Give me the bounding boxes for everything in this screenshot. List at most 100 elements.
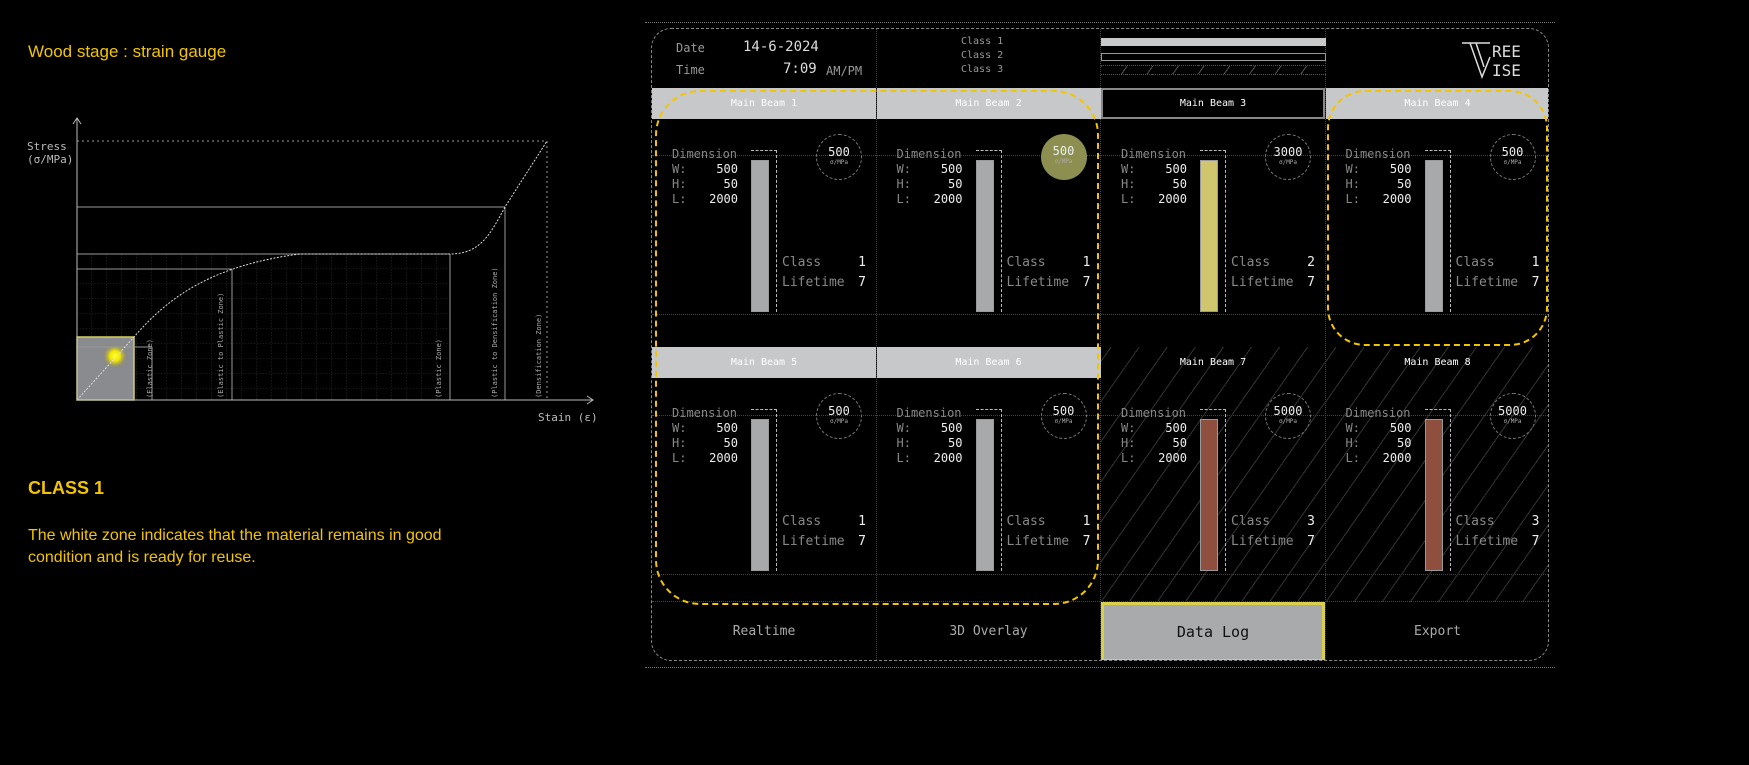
dimension-label: Dimension [1345, 147, 1411, 161]
height-label: H: [896, 436, 911, 450]
dimension-label: Dimension [1121, 406, 1187, 420]
width-label: W: [896, 421, 911, 435]
beam-header[interactable]: Main Beam 7 [1101, 347, 1325, 378]
height-value: 50 [948, 177, 963, 191]
legend-bar-class-3 [1101, 65, 1326, 75]
width-value: 500 [716, 162, 738, 176]
length-label: L: [896, 451, 911, 465]
stress-unit: σ/MPa [1054, 158, 1073, 165]
date-label: Date [676, 41, 705, 55]
lifetime-value: 7 [1531, 275, 1540, 290]
height-label: H: [1345, 177, 1360, 191]
length-value: 2000 [1158, 192, 1187, 206]
height-value: 50 [948, 436, 963, 450]
class-value: 2 [1307, 255, 1315, 270]
height-label: H: [1121, 436, 1136, 450]
beam-bar [1424, 160, 1443, 312]
stress-unit: σ/MPa [1503, 418, 1522, 425]
stress-value: 5000 [1498, 404, 1527, 418]
lifetime-value: 7 [1307, 534, 1315, 549]
beam-card[interactable]: Dimension W: 500 H: 50 L: 2000 500 σ/MPa… [652, 119, 876, 346]
beam-card[interactable]: Dimension W: 500 H: 50 L: 2000 500 σ/MPa… [877, 378, 1101, 605]
length-value: 2000 [1382, 451, 1412, 465]
beam-card[interactable]: Dimension W: 500 H: 50 L: 2000 3000 σ/MP… [1101, 119, 1325, 346]
stress-unit: σ/MPa [1278, 418, 1298, 425]
height-label: H: [896, 177, 911, 191]
beam-bar [975, 160, 994, 312]
height-value: 50 [723, 436, 738, 450]
length-value: 2000 [1382, 192, 1412, 206]
height-label: H: [672, 436, 687, 450]
beam-bar [1200, 160, 1218, 312]
class-value: 1 [1531, 255, 1540, 270]
height-value: 50 [1172, 177, 1187, 191]
realtime-button[interactable]: Realtime [652, 602, 876, 660]
class-value: 1 [858, 255, 866, 270]
3d-overlay-button[interactable]: 3D Overlay [877, 602, 1101, 660]
width-value: 500 [1165, 162, 1187, 176]
width-value: 500 [1165, 421, 1187, 435]
width-label: W: [1121, 421, 1136, 435]
dimension-label: Dimension [1121, 147, 1187, 161]
x-axis-label: Stain (ε) [538, 411, 598, 424]
zone-label: (Plastic Zone) [435, 338, 443, 398]
class-legend: Class 1 Class 2 Class 3 [961, 35, 1003, 77]
stress-unit: σ/MPa [1054, 418, 1073, 425]
data-log-button[interactable]: Data Log [1101, 602, 1325, 660]
stress-value: 500 [828, 404, 850, 418]
beam-header[interactable]: Main Beam 3 [1101, 88, 1325, 119]
legend-bar-class-1 [1101, 38, 1326, 46]
zone-label: (Densification Zone) [535, 313, 543, 398]
beam-card[interactable]: Dimension W: 500 H: 50 L: 2000 500 σ/MPa… [1326, 119, 1549, 346]
stress-gauge: 500 σ/MPa [1040, 134, 1087, 180]
stress-unit: σ/MPa [1278, 159, 1298, 166]
date-value: 14-6-2024 [743, 39, 819, 55]
beam-header[interactable]: Main Beam 8 [1326, 347, 1549, 378]
dimension-label: Dimension [896, 406, 962, 420]
height-label: H: [672, 177, 687, 191]
beam-bar [975, 419, 994, 571]
beam-card[interactable]: Dimension W: 500 H: 50 L: 2000 5000 σ/MP… [1101, 378, 1325, 605]
stress-gauge: 500 σ/MPa [1040, 393, 1087, 439]
width-label: W: [1345, 421, 1360, 435]
length-value: 2000 [933, 192, 963, 206]
stress-gauge: 5000 σ/MPa [1265, 393, 1311, 439]
treewise-logo: REE ISE [1462, 42, 1521, 80]
beam-card[interactable]: Dimension W: 500 H: 50 L: 2000 500 σ/MPa… [652, 378, 876, 605]
lifetime-value: 7 [1082, 534, 1091, 549]
beam-header[interactable]: Main Beam 6 [876, 347, 1101, 378]
export-button[interactable]: Export [1326, 602, 1549, 660]
height-label: H: [1345, 436, 1360, 450]
stress-value: 5000 [1273, 404, 1303, 418]
legend-class-2: Class 2 [961, 50, 1004, 61]
zone-label: (Elastic to Plastic Zone) [217, 292, 225, 398]
length-label: L: [1345, 192, 1360, 206]
zone-label: (Elastic Zone) [146, 338, 154, 398]
length-value: 2000 [1158, 451, 1187, 465]
stress-strain-diagram [72, 117, 594, 405]
width-label: W: [672, 162, 687, 176]
width-label: W: [1121, 162, 1136, 176]
length-value: 2000 [933, 451, 963, 465]
y-axis-label-unit: (σ/MPa) [27, 153, 74, 166]
page-title: Wood stage : strain gauge [28, 42, 227, 61]
beam-header[interactable]: Main Beam 4 [1325, 88, 1548, 119]
class-title: CLASS 1 [28, 478, 105, 498]
width-value: 500 [940, 421, 963, 435]
beam-header[interactable]: Main Beam 5 [652, 347, 876, 378]
dimension-label: Dimension [672, 147, 738, 161]
beam-header[interactable]: Main Beam 2 [876, 88, 1101, 119]
beam-card[interactable]: Dimension W: 500 H: 50 L: 2000 500 σ/MPa… [877, 119, 1101, 346]
stress-value: 500 [828, 145, 850, 159]
lifetime-value: 7 [1082, 275, 1091, 290]
length-label: L: [1121, 192, 1136, 206]
class-description: The white zone indicates that the materi… [28, 527, 442, 566]
beam-header[interactable]: Main Beam 1 [652, 88, 876, 119]
height-label: H: [1121, 177, 1136, 191]
beam-bar [751, 419, 769, 571]
stress-gauge: 500 σ/MPa [1489, 134, 1536, 180]
beam-card[interactable]: Dimension W: 500 H: 50 L: 2000 5000 σ/MP… [1326, 378, 1549, 605]
time-value: 7:09 [783, 61, 817, 77]
length-label: L: [672, 192, 687, 206]
length-label: L: [896, 192, 911, 206]
